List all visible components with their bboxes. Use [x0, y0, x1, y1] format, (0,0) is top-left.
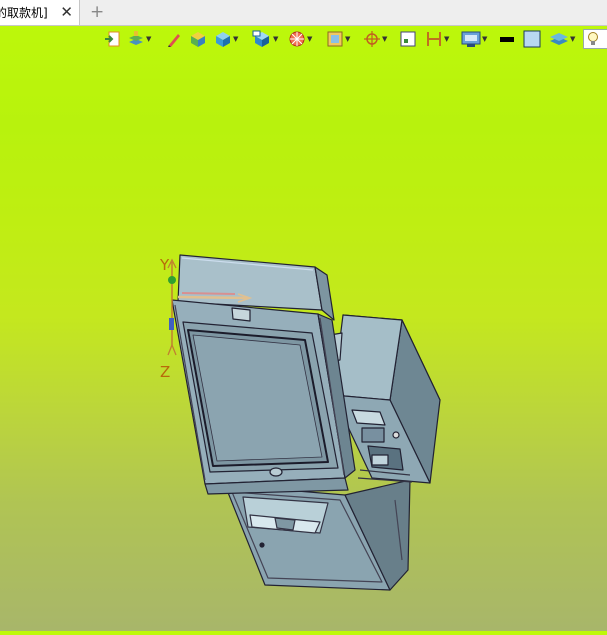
section-view-dropdown-icon[interactable]: ▼	[345, 35, 350, 43]
dimension-dropdown-icon[interactable]: ▼	[444, 35, 449, 43]
document-tab[interactable]: 的取款机] ✕	[0, 0, 80, 25]
import-icon[interactable]	[103, 30, 121, 48]
cube-icon[interactable]: ▼	[214, 30, 238, 48]
dimension-icon[interactable]: ▼	[425, 30, 449, 48]
layers-icon[interactable]: ▼	[127, 30, 151, 48]
view-toolbar: ▼ ▼ ▼ ▼ ▼ ▼ ▼ ▼ ▼	[0, 26, 607, 52]
layer-stack-dropdown-icon[interactable]: ▼	[570, 35, 575, 43]
layers-dropdown-icon[interactable]: ▼	[146, 35, 151, 43]
atm-model[interactable]: Y Z	[0, 52, 607, 631]
z-axis-label: Z	[160, 363, 170, 381]
snap-point-dropdown-icon[interactable]: ▼	[382, 35, 387, 43]
measure-point-icon[interactable]	[400, 30, 416, 48]
lightbulb-button[interactable]	[583, 29, 607, 49]
fill-color-icon[interactable]	[523, 30, 541, 48]
lightbulb-icon	[588, 32, 598, 45]
3d-viewport[interactable]: Y Z	[0, 52, 607, 631]
upper-cabinet	[171, 254, 356, 495]
section-view-icon[interactable]: ▼	[326, 30, 350, 48]
line-color-icon[interactable]	[499, 30, 515, 48]
snap-point-icon[interactable]: ▼	[363, 30, 387, 48]
render-mode-dropdown-icon[interactable]: ▼	[307, 35, 312, 43]
pen-icon[interactable]	[166, 30, 182, 48]
box-solid-icon[interactable]	[189, 30, 207, 48]
display-settings-dropdown-icon[interactable]: ▼	[482, 35, 487, 43]
view-orient-dropdown-icon[interactable]: ▼	[273, 35, 278, 43]
new-tab-icon[interactable]: +	[90, 2, 104, 22]
tab-close-icon[interactable]: ✕	[60, 3, 73, 21]
render-mode-icon[interactable]: ▼	[288, 30, 312, 48]
cube-dropdown-icon[interactable]: ▼	[233, 35, 238, 43]
view-orient-icon[interactable]: ▼	[252, 30, 278, 48]
layer-stack-icon[interactable]: ▼	[549, 30, 575, 48]
tab-title: 的取款机]	[0, 6, 48, 20]
display-settings-icon[interactable]: ▼	[461, 30, 487, 48]
y-axis-label: Y	[159, 256, 170, 274]
tab-bar: 的取款机] ✕ +	[0, 0, 607, 26]
lower-cabinet	[224, 479, 411, 591]
